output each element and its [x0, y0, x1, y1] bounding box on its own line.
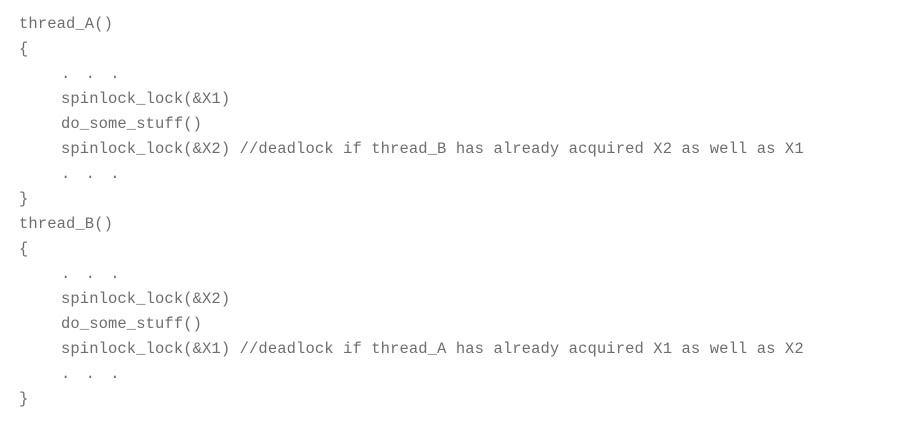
code-line-open-brace: {	[19, 240, 29, 258]
code-line-thread-a-signature: thread_A()	[19, 15, 114, 33]
code-block: thread_A() { . . . spinlock_lock(&X1) do…	[0, 0, 911, 426]
code-line-ellipsis: . . .	[61, 65, 123, 83]
code-line-do-some-stuff: do_some_stuff()	[61, 315, 203, 333]
code-line-ellipsis: . . .	[61, 265, 123, 283]
code-line-close-brace: }	[19, 190, 29, 208]
code-line-ellipsis: . . .	[61, 365, 123, 383]
code-line-lock-x2-comment: spinlock_lock(&X2) //deadlock if thread_…	[61, 140, 804, 158]
code-line-thread-b-signature: thread_B()	[19, 215, 114, 233]
code-line-lock-x1: spinlock_lock(&X1)	[61, 90, 231, 108]
code-line-ellipsis: . . .	[61, 165, 123, 183]
code-line-open-brace: {	[19, 40, 29, 58]
code-line-close-brace: }	[19, 390, 29, 408]
code-line-lock-x2: spinlock_lock(&X2)	[61, 290, 231, 308]
code-line-lock-x1-comment: spinlock_lock(&X1) //deadlock if thread_…	[61, 340, 804, 358]
code-line-do-some-stuff: do_some_stuff()	[61, 115, 203, 133]
